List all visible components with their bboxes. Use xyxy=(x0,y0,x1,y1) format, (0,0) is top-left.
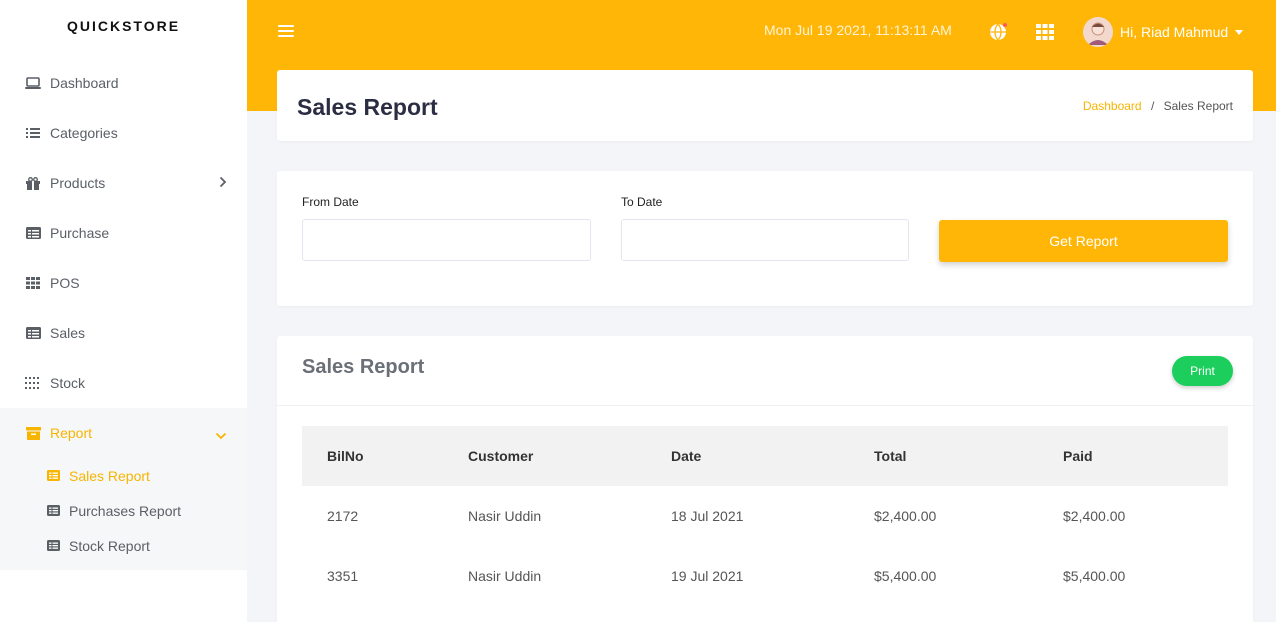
to-date-label: To Date xyxy=(621,195,663,209)
sidebar-item-label: Purchase xyxy=(50,225,110,241)
table-icon xyxy=(47,505,60,516)
cell-date: 18 Jul 2021 xyxy=(671,508,744,524)
column-header-paid[interactable]: Paid xyxy=(1038,426,1228,486)
page-header-card: Sales Report Dashboard / Sales Report xyxy=(277,70,1253,141)
report-submenu: Sales Report Purchases Report Stock Repo… xyxy=(0,458,247,570)
current-datetime: Mon Jul 19 2021, 11:13:11 AM xyxy=(764,22,952,38)
sidebar-item-sales[interactable]: Sales xyxy=(0,308,247,358)
sidebar-item-label: Products xyxy=(50,175,106,191)
submenu-item-purchases-report[interactable]: Purchases Report xyxy=(0,493,247,528)
sidebar: QUICKSTORE Dashboard Categories Products xyxy=(0,0,247,622)
from-date-label: From Date xyxy=(302,195,359,209)
column-header-customer[interactable]: Customer xyxy=(443,426,646,486)
laptop-icon xyxy=(25,76,41,90)
cell-paid: $5,400.00 xyxy=(1063,568,1126,584)
sidebar-item-label: POS xyxy=(50,275,80,291)
cell-bilno: 2172 xyxy=(327,508,359,524)
date-filter-card: From Date To Date Get Report xyxy=(277,171,1253,306)
sidebar-item-label: Dashboard xyxy=(50,75,119,91)
to-date-input[interactable] xyxy=(621,219,909,261)
cell-customer: Nasir Uddin xyxy=(468,568,542,584)
cell-paid: $2,400.00 xyxy=(1063,508,1126,524)
divider xyxy=(277,405,1253,406)
user-greeting: Hi, Riad Mahmud xyxy=(1120,24,1229,40)
cell-customer: Nasir Uddin xyxy=(468,508,542,524)
sidebar-item-dashboard[interactable]: Dashboard xyxy=(0,58,247,108)
brand-logo[interactable]: QUICKSTORE xyxy=(0,0,247,52)
report-title: Sales Report xyxy=(302,356,425,378)
submenu-item-sales-report[interactable]: Sales Report xyxy=(0,458,247,493)
breadcrumb: Dashboard / Sales Report xyxy=(1083,99,1233,113)
list-icon xyxy=(25,126,41,140)
sidebar-item-products[interactable]: Products xyxy=(0,158,247,208)
breadcrumb-separator: / xyxy=(1150,99,1155,113)
globe-icon[interactable] xyxy=(988,22,1008,42)
cell-date: 19 Jul 2021 xyxy=(671,568,744,584)
avatar xyxy=(1083,17,1113,47)
sidebar-item-label: Report xyxy=(50,425,93,441)
sidebar-item-label: Categories xyxy=(50,125,118,141)
menu-toggle-icon[interactable] xyxy=(278,25,294,39)
table-icon xyxy=(25,226,41,240)
sidebar-item-label: Sales xyxy=(50,325,86,341)
breadcrumb-current: Sales Report xyxy=(1163,99,1233,113)
archive-icon xyxy=(25,426,41,440)
gift-icon xyxy=(25,176,41,190)
table-header-row: BilNo Customer Date Total Paid xyxy=(302,426,1228,486)
sidebar-item-report[interactable]: Report xyxy=(0,408,247,458)
page-title: Sales Report xyxy=(297,94,438,120)
chevron-right-icon[interactable] xyxy=(219,175,227,191)
table-row: 2172 Nasir Uddin 18 Jul 2021 $2,400.00 $… xyxy=(302,486,1228,546)
table-icon xyxy=(47,470,60,481)
cell-total: $5,400.00 xyxy=(874,568,937,584)
sidebar-menu: Dashboard Categories Products Purchase P… xyxy=(0,58,247,458)
column-header-total[interactable]: Total xyxy=(849,426,1038,486)
table-icon xyxy=(47,540,60,551)
submenu-item-stock-report[interactable]: Stock Report xyxy=(0,528,247,570)
submenu-item-label: Purchases Report xyxy=(69,502,182,519)
grid-icon xyxy=(25,276,41,290)
table-row: 3351 Nasir Uddin 19 Jul 2021 $5,400.00 $… xyxy=(302,546,1228,606)
sidebar-item-stock[interactable]: Stock xyxy=(0,358,247,408)
cell-bilno: 3351 xyxy=(327,568,359,584)
apps-grid-icon[interactable] xyxy=(1036,24,1054,40)
breadcrumb-dashboard-link[interactable]: Dashboard xyxy=(1083,99,1142,113)
caret-down-icon xyxy=(1235,29,1244,35)
submenu-item-label: Stock Report xyxy=(69,537,150,554)
sidebar-item-pos[interactable]: POS xyxy=(0,258,247,308)
sidebar-item-categories[interactable]: Categories xyxy=(0,108,247,158)
sales-report-table: BilNo Customer Date Total Paid 2172 Nasi… xyxy=(302,426,1228,606)
column-header-bilno[interactable]: BilNo xyxy=(302,426,443,486)
get-report-button[interactable]: Get Report xyxy=(939,220,1228,262)
cell-total: $2,400.00 xyxy=(874,508,937,524)
print-button[interactable]: Print xyxy=(1172,356,1233,386)
user-menu[interactable]: Hi, Riad Mahmud xyxy=(1083,17,1244,47)
column-header-date[interactable]: Date xyxy=(646,426,849,486)
submenu-item-label: Sales Report xyxy=(69,467,150,484)
from-date-input[interactable] xyxy=(302,219,591,261)
table-icon xyxy=(25,326,41,340)
sidebar-item-purchase[interactable]: Purchase xyxy=(0,208,247,258)
chevron-down-icon[interactable] xyxy=(215,427,227,443)
sidebar-item-label: Stock xyxy=(50,375,86,391)
sales-report-card: Sales Report Print BilNo Customer Date T… xyxy=(277,336,1253,622)
dots-grid-icon xyxy=(25,376,41,390)
